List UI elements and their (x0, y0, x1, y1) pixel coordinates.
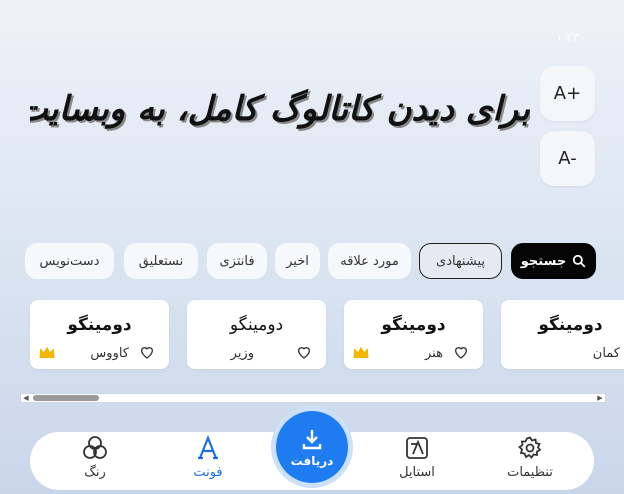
nav-item-font[interactable]: فونت (163, 435, 253, 489)
filter-chip-fantasy[interactable]: فانتزی (207, 243, 267, 279)
font-card[interactable]: دومینگو هنر (344, 300, 483, 369)
color-circles-icon (83, 436, 107, 459)
search-icon (573, 254, 586, 268)
corner-label: ۱.۲۳ (556, 30, 580, 44)
heart-icon[interactable] (296, 344, 312, 360)
scroll-left-arrow-icon[interactable]: ◀ (21, 394, 31, 402)
filter-chip-nastaliq[interactable]: نستعلیق (124, 243, 198, 279)
scroll-right-arrow-icon[interactable]: ▶ (595, 394, 605, 402)
heart-icon[interactable] (453, 344, 469, 360)
font-preview-text: برای دیدن کاتالوگ کامل، به وبسایت ما سر … (30, 89, 530, 129)
nav-label-style: استایل (399, 465, 435, 480)
font-card[interactable]: دومینگو کمان (501, 300, 624, 369)
filter-chip-suggested[interactable]: پیشنهادی (419, 243, 502, 279)
font-card[interactable]: دومینگو وزیر (187, 300, 326, 369)
font-card-name: هنر (425, 346, 443, 361)
increase-size-button[interactable]: A+ (540, 66, 595, 121)
nav-item-color[interactable]: رنگ (50, 435, 140, 489)
font-card-sample: دومینگو (229, 315, 284, 335)
font-card-sample: دومینگو (381, 315, 446, 335)
nav-label-color: رنگ (84, 465, 106, 480)
filter-chip-favorites[interactable]: مورد علاقه (328, 243, 411, 279)
download-label: دریافت (290, 453, 334, 468)
horizontal-scrollbar[interactable]: ◀ ▶ (20, 393, 606, 403)
nav-item-style[interactable]: استایل (372, 435, 462, 489)
download-icon (302, 429, 322, 449)
search-chip-label: جستجو (520, 253, 567, 269)
download-button[interactable]: دریافت (276, 411, 348, 483)
nav-label-font: فونت (193, 465, 223, 480)
decrease-size-button[interactable]: A- (540, 131, 595, 186)
nav-label-settings: تنظیمات (507, 465, 553, 480)
filter-chip-handwriting[interactable]: دست‌نویس (25, 243, 114, 279)
nav-item-settings[interactable]: تنظیمات (485, 435, 575, 489)
font-card-name: کاووس (90, 346, 129, 361)
gear-icon (518, 436, 542, 459)
scrollbar-thumb[interactable] (33, 395, 99, 401)
font-card-sample: دومینگو (538, 315, 603, 335)
crown-icon (39, 346, 55, 358)
font-card-name: کمان (592, 346, 620, 361)
filter-chips: جستجو پیشنهادی مورد علاقه اخیر فانتزی نس… (0, 243, 624, 281)
filter-chip-recent[interactable]: اخیر (275, 243, 320, 279)
font-letter-icon (198, 435, 218, 460)
search-chip[interactable]: جستجو (511, 243, 596, 279)
crown-icon (353, 346, 369, 358)
font-card[interactable]: دومینگو کاووس (30, 300, 169, 369)
font-card-name: وزیر (230, 346, 254, 361)
font-card-list: دومینگو کمان دومینگو هنر دومینگو وزیر دو… (0, 300, 624, 370)
heart-icon[interactable] (139, 344, 155, 360)
font-card-sample: دومینگو (67, 315, 132, 335)
style-icon (406, 437, 428, 459)
